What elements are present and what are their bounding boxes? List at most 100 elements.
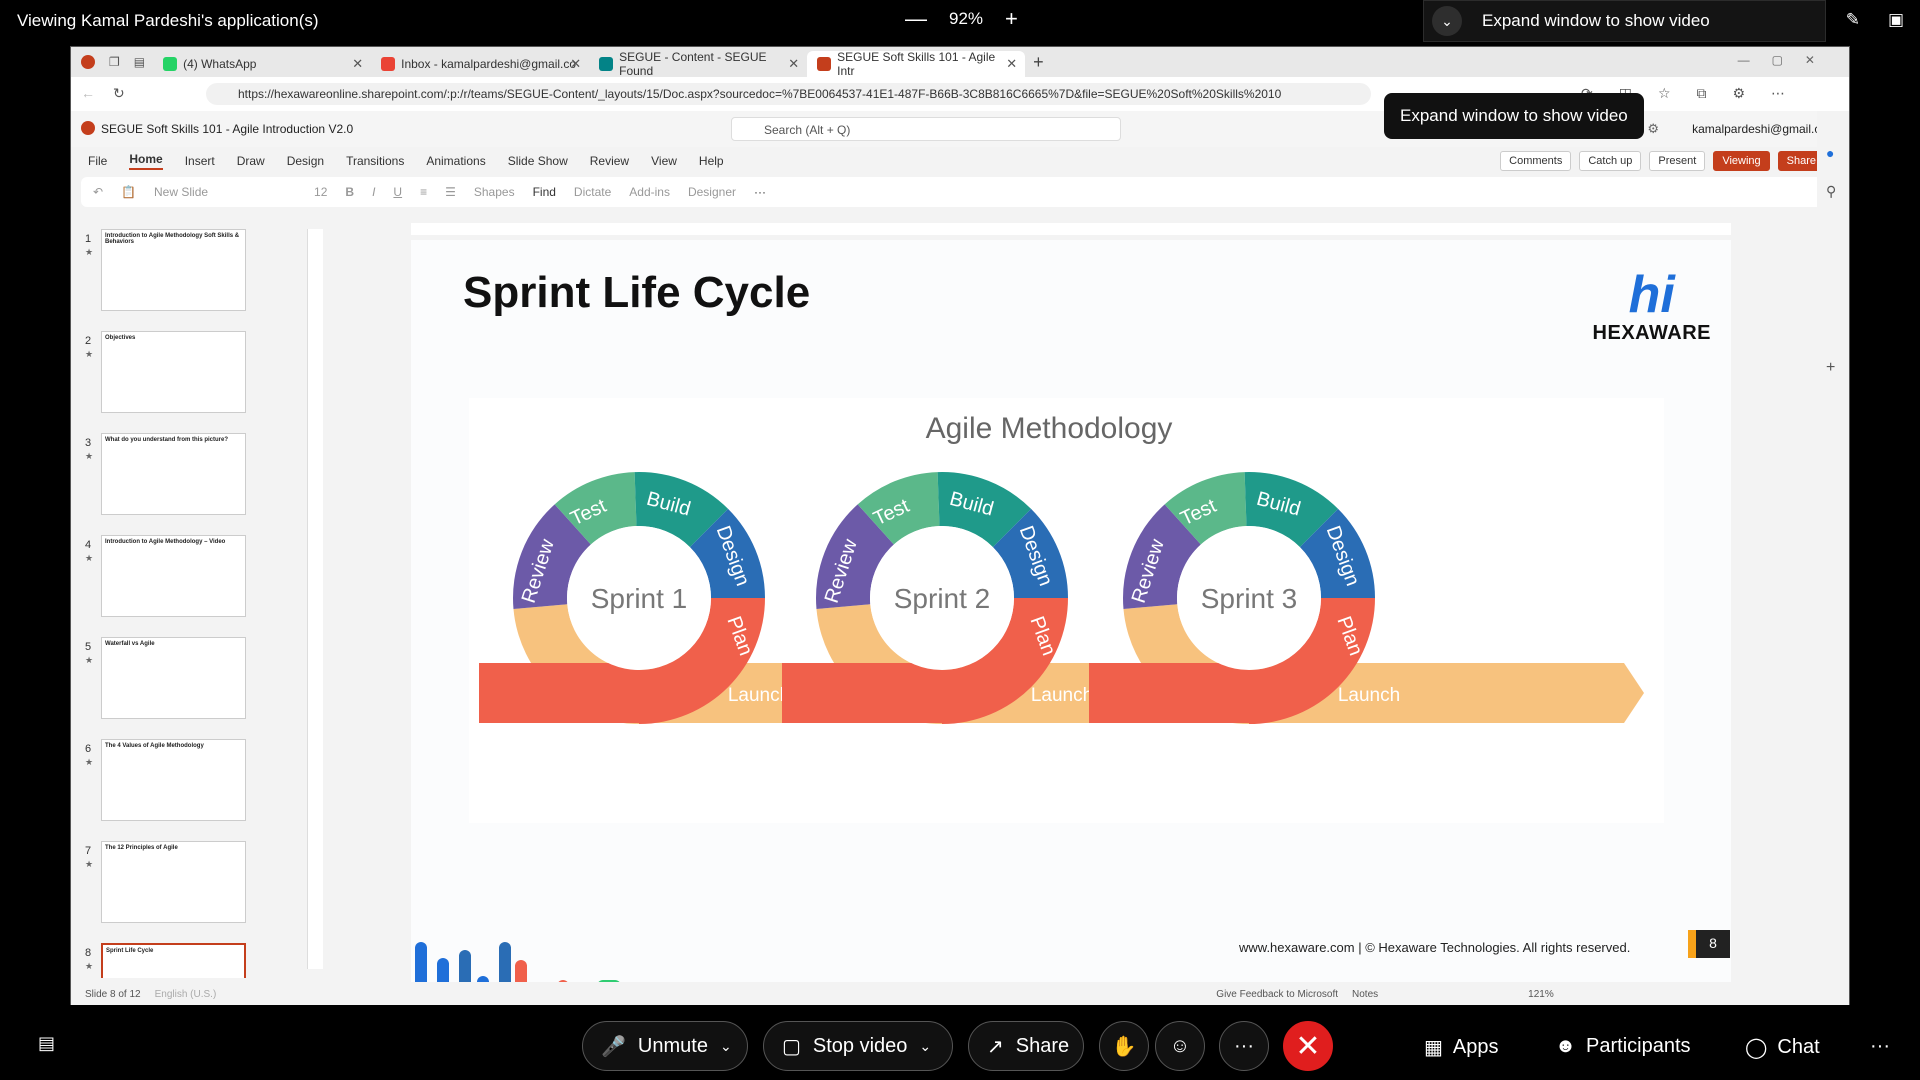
window-controls[interactable]: —▢✕ <box>1738 53 1837 67</box>
slide-thumbnail[interactable]: 2 ★ Objectives <box>85 331 275 417</box>
status-bar: Slide 8 of 12 English (U.S.) Give Feedba… <box>71 983 1849 1005</box>
present-button[interactable]: Present <box>1649 151 1706 171</box>
new-slide-button[interactable]: New Slide <box>154 185 208 199</box>
notification-icon[interactable]: ● <box>1826 145 1834 161</box>
participants-button[interactable]: ☻ Participants <box>1555 1035 1691 1058</box>
bold-icon[interactable]: B <box>345 185 354 199</box>
slide-thumbnail[interactable]: 7 ★ The 12 Principles of Agile <box>85 841 275 927</box>
launch-label: Launch <box>728 685 790 706</box>
unmute-button[interactable]: 🎤 Unmute ⌄ <box>582 1021 748 1071</box>
font-size-select[interactable]: 12 <box>314 185 327 199</box>
align-icon[interactable]: ☰ <box>445 185 456 199</box>
viewing-button[interactable]: Viewing <box>1713 151 1770 171</box>
tab-insert[interactable]: Insert <box>185 154 215 168</box>
italic-icon[interactable]: I <box>372 185 375 199</box>
close-icon[interactable]: ✕ <box>788 56 799 72</box>
slide-thumbnail[interactable]: 3 ★ What do you understand from this pictu… <box>85 433 275 519</box>
tab-actions-icon[interactable]: ▤ <box>134 55 145 69</box>
vertical-ruler <box>307 229 323 969</box>
slide-thumbnail[interactable]: 5 ★ Waterfall vs Agile <box>85 637 275 723</box>
catch-up-button[interactable]: Catch up <box>1579 151 1642 171</box>
plan-band <box>479 663 639 723</box>
close-icon[interactable]: ✕ <box>352 56 363 72</box>
underline-icon[interactable]: U <box>393 185 402 199</box>
dictate-button[interactable]: Dictate <box>574 185 611 199</box>
add-icon[interactable]: + <box>1826 359 1835 377</box>
tab-gmail[interactable]: Inbox - kamalpardeshi@gmail.co ✕ <box>371 51 589 77</box>
hand-icon: ✋ <box>1111 1035 1137 1058</box>
tab-help[interactable]: Help <box>699 154 724 168</box>
tab-design[interactable]: Design <box>287 154 324 168</box>
document-title[interactable]: SEGUE Soft Skills 101 - Agile Introducti… <box>101 122 353 136</box>
raise-hand-button[interactable]: ✋ <box>1099 1021 1149 1071</box>
end-call-button[interactable]: ✕ <box>1283 1021 1333 1071</box>
zoom-out-button[interactable]: — <box>905 8 927 30</box>
zoom-percent[interactable]: 121% <box>1528 989 1554 1000</box>
tab-draw[interactable]: Draw <box>237 154 265 168</box>
screen-icon[interactable]: ▣ <box>1888 10 1904 30</box>
more-button[interactable]: ··· <box>1219 1021 1269 1071</box>
tab-view[interactable]: View <box>651 154 677 168</box>
apps-button[interactable]: ▦ Apps <box>1424 1035 1499 1060</box>
share-button[interactable]: ↗ Share <box>968 1021 1084 1071</box>
undo-icon[interactable]: ↶ <box>93 185 103 199</box>
tab-sharepoint[interactable]: SEGUE - Content - SEGUE Found ✕ <box>589 50 807 78</box>
thumbnail-image: Introduction to Agile Methodology Soft S… <box>101 229 246 311</box>
url-field[interactable]: https://hexawareonline.sharepoint.com/:p… <box>206 83 1371 105</box>
annotate-icon[interactable]: ✎ <box>1846 10 1860 30</box>
tab-file[interactable]: File <box>88 154 107 168</box>
addins-button[interactable]: Add-ins <box>629 185 670 199</box>
bullets-icon[interactable]: ≡ <box>420 185 427 199</box>
thumbnail-number: 6 <box>85 743 92 755</box>
star-icon: ★ <box>85 655 94 665</box>
settings-icon[interactable]: ⚙ <box>1647 121 1659 137</box>
plan-band <box>1089 663 1249 723</box>
more-options-icon[interactable]: ··· <box>754 185 766 199</box>
overflow-button[interactable]: ··· <box>1870 1035 1890 1058</box>
slide-thumbnail[interactable]: 8 ★ Sprint Life Cycle <box>85 943 275 978</box>
captions-icon[interactable]: ▤ <box>38 1033 55 1054</box>
chat-button[interactable]: ◯ Chat <box>1745 1035 1820 1060</box>
new-tab-button[interactable]: + <box>1033 52 1044 73</box>
designer-button[interactable]: Designer <box>688 185 736 199</box>
slide-canvas[interactable]: Sprint Life Cycle hi HEXAWARE Agile Meth… <box>411 240 1731 982</box>
search-icon[interactable]: ⚲ <box>1826 183 1836 200</box>
thumbnail-number: 5 <box>85 641 92 653</box>
close-icon[interactable]: ✕ <box>1006 56 1017 72</box>
comments-button[interactable]: Comments <box>1500 151 1572 171</box>
tab-review[interactable]: Review <box>590 154 629 168</box>
profile-icon[interactable] <box>81 55 95 69</box>
back-icon[interactable]: ← <box>81 85 95 101</box>
notes-button[interactable]: Notes <box>1352 989 1378 1000</box>
tab-transitions[interactable]: Transitions <box>346 154 404 168</box>
browser-window: ❐ ▤ (4) WhatsApp ✕ Inbox - kamalpardeshi@… <box>70 46 1850 1006</box>
thumbnail-number: 4 <box>85 539 92 551</box>
tab-powerpoint[interactable]: SEGUE Soft Skills 101 - Agile Intr ✕ <box>807 50 1026 78</box>
shapes-button[interactable]: Shapes <box>474 185 515 199</box>
expand-video-button[interactable]: ⌄ Expand window to show video <box>1423 0 1826 42</box>
tab-slide-show[interactable]: Slide Show <box>508 154 568 168</box>
stop-video-button[interactable]: ▢ Stop video ⌄ <box>763 1021 953 1071</box>
close-icon[interactable]: ✕ <box>570 56 581 72</box>
powerpoint-logo-icon <box>81 121 95 135</box>
slide-thumbnails[interactable]: 1 ★ Introduction to Agile Methodology Soft… <box>71 223 301 978</box>
tab-whatsapp[interactable]: (4) WhatsApp ✕ <box>153 51 371 77</box>
refresh-icon[interactable]: ↻ <box>113 85 125 102</box>
slide-thumbnail[interactable]: 4 ★ Introduction to Agile Methodology – Vi… <box>85 535 275 621</box>
feedback-link[interactable]: Give Feedback to Microsoft <box>1216 989 1338 1000</box>
user-account[interactable]: kamalpardeshi@gmail.com <box>1692 122 1837 136</box>
paste-icon[interactable]: 📋 <box>121 185 136 199</box>
zoom-in-button[interactable]: + <box>1005 8 1018 30</box>
find-button[interactable]: Find <box>533 185 556 199</box>
reactions-button[interactable]: ☺ <box>1155 1021 1205 1071</box>
slide-thumbnail[interactable]: 6 ★ The 4 Values of Agile Methodology <box>85 739 275 825</box>
thumbnail-title: Introduction to Agile Methodology Soft S… <box>105 233 240 245</box>
search-input[interactable]: Search (Alt + Q) <box>731 117 1121 141</box>
tab-animations[interactable]: Animations <box>426 154 485 168</box>
ribbon-actions: Comments Catch up Present Viewing Share <box>1500 151 1825 171</box>
slide-thumbnail[interactable]: 1 ★ Introduction to Agile Methodology Soft… <box>85 229 275 315</box>
tab-home[interactable]: Home <box>129 152 163 170</box>
brand-bar <box>437 958 449 982</box>
collections-icon[interactable]: ❐ <box>109 55 120 69</box>
star-icon: ★ <box>85 349 94 359</box>
